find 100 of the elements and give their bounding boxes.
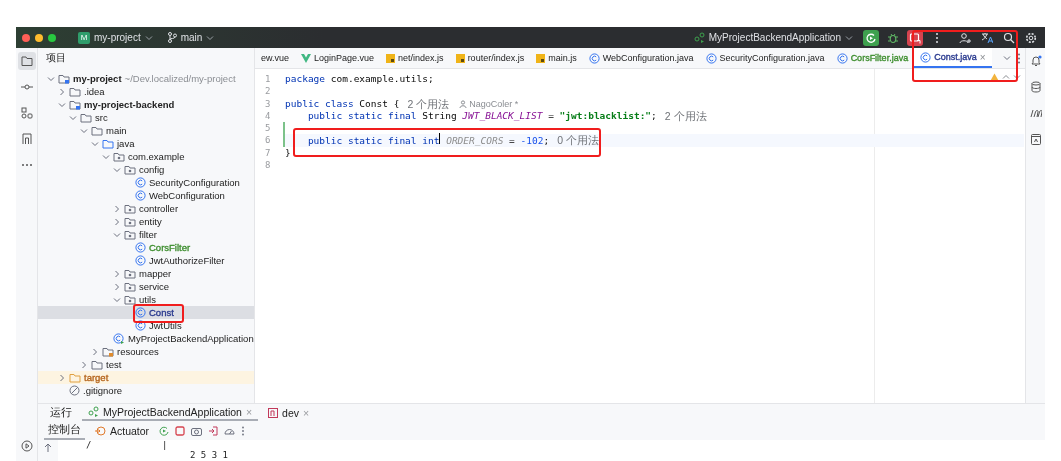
js-file-icon (455, 53, 465, 63)
stop-icon (909, 31, 921, 44)
package-icon (124, 268, 136, 279)
tree-item[interactable]: target (38, 371, 254, 384)
scroll-up-icon[interactable] (44, 443, 52, 452)
chevron-down-icon[interactable] (1013, 74, 1021, 80)
package-icon (124, 216, 136, 227)
tree-item[interactable]: my-project-backend (38, 98, 254, 111)
code-line: public static final int ORDER_CORS = -102; (306, 133, 550, 148)
project-selector[interactable]: M my-project (74, 30, 157, 45)
package-icon (124, 294, 136, 305)
actuator-tab[interactable]: Actuator (91, 421, 154, 440)
tree-item[interactable]: mapper (38, 267, 254, 280)
stop-icon[interactable] (175, 425, 186, 436)
tree-item[interactable]: .idea (38, 85, 254, 98)
item-label: src (95, 112, 108, 123)
code-line: package com.example.utils; (285, 73, 434, 86)
editor-tab[interactable]: ew.vue (255, 48, 296, 68)
tree-item[interactable]: JwtAuthorizeFilter (38, 254, 254, 267)
chevron-down-icon (144, 34, 153, 41)
item-label: Const (149, 307, 174, 318)
run-tab[interactable]: dev × (262, 404, 316, 421)
item-label: CorsFilter (149, 242, 191, 253)
tree-item[interactable]: MyProjectBackendApplication (38, 332, 254, 345)
text-cursor (439, 133, 441, 145)
js-file-icon (536, 53, 546, 63)
tree-item[interactable]: Const (38, 306, 254, 319)
author-hint[interactable]: NagoColer * (459, 97, 519, 110)
package-icon (124, 164, 136, 175)
run-configuration-selector[interactable]: MyProjectBackendApplication (689, 31, 857, 44)
item-label: service (139, 281, 170, 292)
tree-item[interactable]: resources (38, 345, 254, 358)
resources-folder-icon (102, 346, 114, 357)
tree-item[interactable]: WebConfiguration (38, 189, 254, 202)
tree-item[interactable]: com.example (38, 150, 254, 163)
item-label: .gitignore (83, 385, 123, 396)
branch-selector[interactable]: main (162, 31, 219, 44)
usage-hint[interactable]: 2 个用法 (664, 109, 707, 123)
tree-item[interactable]: controller (38, 202, 254, 215)
vue-icon (301, 53, 312, 63)
tree-item[interactable]: entity (38, 215, 254, 228)
actuator-icon (95, 425, 106, 436)
project-path: ~/Dev.localized/my-project (124, 73, 236, 84)
close-tab-button[interactable]: × (979, 51, 986, 63)
code-line: public class Const { (285, 97, 400, 110)
folder-icon (91, 359, 103, 370)
more-icon[interactable] (241, 425, 246, 436)
tree-item[interactable]: JwtUtils (38, 319, 254, 332)
run-config-icon (693, 32, 705, 43)
tree-item[interactable]: utils (38, 293, 254, 306)
editor-tab[interactable]: LoginPage.vue (295, 48, 381, 68)
item-label: filter (139, 229, 157, 240)
tree-item[interactable]: CorsFilter (38, 241, 254, 254)
editor-tab[interactable]: Const.java × (914, 48, 992, 68)
class-icon (920, 51, 932, 63)
console-text: 2 5 3 1 (190, 450, 228, 460)
branch-icon (166, 32, 177, 43)
package-icon (113, 151, 125, 162)
tree-item[interactable]: main (38, 124, 254, 137)
item-label: main (106, 125, 127, 136)
usage-hint[interactable]: 0 个用法 (557, 134, 599, 147)
editor-tab[interactable]: SecurityConfiguration.java (699, 48, 831, 68)
camera-icon[interactable] (191, 425, 203, 436)
app-class-icon (113, 333, 125, 344)
login-icon[interactable] (208, 425, 219, 436)
line-number: 4 (264, 109, 272, 123)
tree-item[interactable]: src (38, 111, 254, 124)
tree-item[interactable]: .gitignore (38, 384, 254, 397)
editor-tab[interactable]: net/index.js (380, 48, 450, 68)
run-tab[interactable]: MyProjectBackendApplication × (82, 404, 259, 421)
rerun-icon[interactable] (159, 425, 170, 436)
maven-icon (1029, 107, 1042, 119)
project-icon (20, 55, 33, 67)
database-icon (1029, 81, 1042, 93)
tree-item[interactable]: test (38, 358, 254, 371)
tree-item[interactable]: filter (38, 228, 254, 241)
item-label: config (139, 164, 165, 175)
rerun-button[interactable] (863, 29, 879, 46)
item-label: WebConfiguration (149, 190, 225, 201)
tree-item[interactable]: my-project ~/Dev.localized/my-project (38, 72, 254, 85)
item-label: resources (117, 346, 159, 357)
editor-tab[interactable]: main.js (530, 48, 583, 68)
ai-assistant-icon (1029, 133, 1042, 145)
project-button[interactable] (17, 52, 36, 70)
commit-icon (20, 81, 33, 93)
tree-item[interactable]: service (38, 280, 254, 293)
npm-icon (268, 407, 279, 418)
more-icon[interactable] (1017, 52, 1021, 64)
usage-hint[interactable]: 2 个用法 (407, 97, 450, 110)
class-icon (135, 177, 146, 188)
editor-tab[interactable]: WebConfiguration.java (582, 48, 700, 68)
tree-item[interactable]: SecurityConfiguration (38, 176, 254, 189)
tree-item[interactable]: java (38, 137, 254, 150)
item-label: .idea (84, 86, 105, 97)
tree-item[interactable]: config (38, 163, 254, 176)
debug-icon (887, 31, 899, 44)
package-icon (124, 203, 136, 214)
editor-tab[interactable]: router/index.js (449, 48, 531, 68)
editor-tab[interactable]: CorsFilter.java (830, 48, 915, 68)
item-label: JwtUtils (149, 320, 182, 331)
